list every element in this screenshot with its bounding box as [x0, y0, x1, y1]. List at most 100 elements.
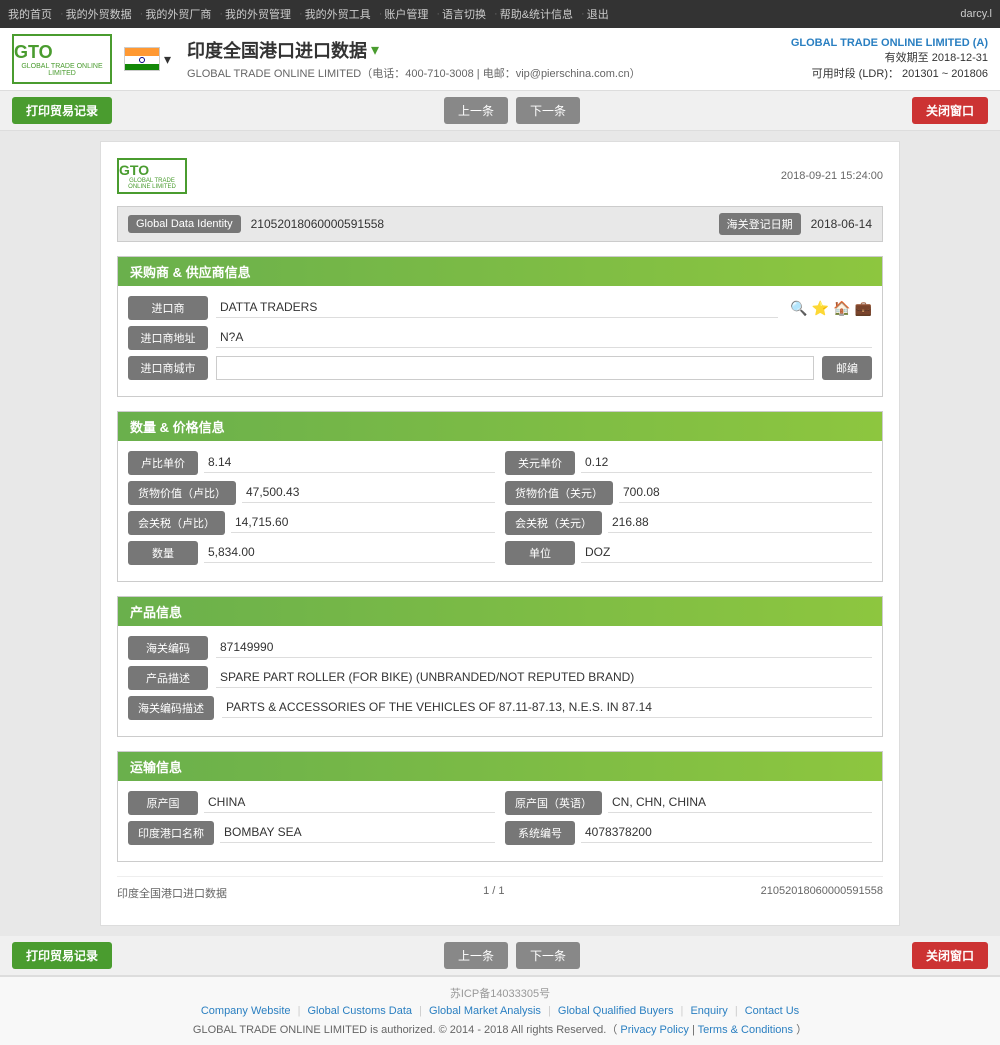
briefcase-icon[interactable]: 💼 [855, 300, 872, 317]
user-info: darcy.l [960, 8, 992, 20]
origin-country-en-value: CN, CHN, CHINA [608, 793, 872, 813]
goods-value-usd-value: 700.08 [619, 483, 872, 503]
close-button-bottom[interactable]: 关闭窗口 [912, 942, 988, 969]
nav-manufacturers[interactable]: 我的外贸厂商 [145, 6, 211, 22]
close-button-top[interactable]: 关闭窗口 [912, 97, 988, 124]
record-logo-box: GTO GLOBAL TRADE ONLINE LIMITED [117, 158, 187, 194]
record-footer: 印度全国港口进口数据 1 / 1 21052018060000591558 [117, 876, 883, 909]
print-button-bottom[interactable]: 打印贸易记录 [12, 942, 112, 969]
quantity-unit-row: 数量 5,834.00 单位 DOZ [128, 541, 872, 565]
transport-header: 运输信息 [118, 752, 882, 781]
rupee-unit-field: 卢比单价 8.14 [128, 451, 495, 475]
field-icons: 🔍 ⭐ 🏠 💼 [790, 300, 872, 317]
identity-label: Global Data Identity [128, 215, 241, 233]
goods-value-row: 货物价值（卢比） 47,500.43 货物价值（关元） 700.08 [128, 481, 872, 505]
origin-country-value: CHINA [204, 793, 495, 813]
company-logo: GTO GLOBAL TRADE ONLINE LIMITED [12, 34, 112, 84]
customs-code-desc-row: 海关编码描述 PARTS & ACCESSORIES OF THE VEHICL… [128, 696, 872, 720]
identity-value: 21052018060000591558 [251, 217, 709, 231]
quantity-price-body: 卢比单价 8.14 关元单价 0.12 货物价值（卢比） 47,500.43 货… [118, 441, 882, 581]
footer-id: 21052018060000591558 [761, 885, 883, 901]
footer-links: Company Website | Global Customs Data | … [8, 1005, 992, 1017]
product-desc-label: 产品描述 [128, 666, 208, 690]
customs-tax-usd-label: 会关税（关元） [505, 511, 602, 535]
city-postal-row: 进口商城市 邮编 [128, 356, 872, 380]
importer-city-input[interactable] [216, 356, 814, 380]
footer-terms[interactable]: Terms & Conditions [698, 1024, 793, 1036]
nav-trade-data[interactable]: 我的外贸数据 [66, 6, 132, 22]
home-icon[interactable]: 🏠 [833, 300, 850, 317]
importer-label: 进口商 [128, 296, 208, 320]
footer-company-website[interactable]: Company Website [201, 1005, 291, 1017]
unit-value: DOZ [581, 543, 872, 563]
product-desc-row: 产品描述 SPARE PART ROLLER (FOR BIKE) (UNBRA… [128, 666, 872, 690]
customs-tax-usd-field: 会关税（关元） 216.88 [505, 511, 872, 535]
footer-privacy-policy[interactable]: Privacy Policy [620, 1024, 688, 1036]
system-code-field: 系统编号 4078378200 [505, 821, 872, 845]
goods-value-rupee-value: 47,500.43 [242, 483, 495, 503]
footer-enquiry[interactable]: Enquiry [690, 1005, 727, 1017]
star-icon[interactable]: ⭐ [812, 300, 829, 317]
record-timestamp: 2018-09-21 15:24:00 [781, 170, 883, 182]
next-button-bottom[interactable]: 下一条 [516, 942, 580, 969]
record-logo: GTO GLOBAL TRADE ONLINE LIMITED [117, 158, 187, 194]
nav-trade-management[interactable]: 我的外贸管理 [225, 6, 291, 22]
rupee-unit-value: 8.14 [204, 453, 495, 473]
origin-country-field: 原产国 CHINA [128, 791, 495, 815]
nav-logout[interactable]: 退出 [587, 6, 609, 22]
page-title-dropdown[interactable]: ▾ [371, 40, 379, 60]
page-footer: 苏ICP备14033305号 Company Website | Global … [0, 976, 1000, 1045]
company-info: GLOBAL TRADE ONLINE LIMITED（电话：400-710-3… [187, 65, 641, 81]
footer-contact-us[interactable]: Contact Us [745, 1005, 799, 1017]
customs-tax-rupee-field: 会关税（卢比） 14,715.60 [128, 511, 495, 535]
main-content: GTO GLOBAL TRADE ONLINE LIMITED 2018-09-… [100, 141, 900, 926]
product-section: 产品信息 海关编码 87149990 产品描述 SPARE PART ROLLE… [117, 596, 883, 737]
usd-unit-value: 0.12 [581, 453, 872, 473]
search-icon[interactable]: 🔍 [790, 300, 807, 317]
nav-language[interactable]: 语言切换 [442, 6, 486, 22]
goods-value-usd-label: 货物价值（关元） [505, 481, 613, 505]
footer-global-customs[interactable]: Global Customs Data [308, 1005, 413, 1017]
prev-button-top[interactable]: 上一条 [444, 97, 508, 124]
logo-area: GTO GLOBAL TRADE ONLINE LIMITED ▾ 印度全国港口… [12, 34, 641, 84]
nav-home[interactable]: 我的首页 [8, 6, 52, 22]
unit-field: 单位 DOZ [505, 541, 872, 565]
customs-tax-usd-value: 216.88 [608, 513, 872, 533]
nav-account[interactable]: 账户管理 [384, 6, 428, 22]
prev-button-bottom[interactable]: 上一条 [444, 942, 508, 969]
customs-tax-rupee-label: 会关税（卢比） [128, 511, 225, 535]
postal-button[interactable]: 邮编 [822, 356, 872, 380]
customs-code-desc-label: 海关编码描述 [128, 696, 214, 720]
customs-code-desc-value: PARTS & ACCESSORIES OF THE VEHICLES OF 8… [222, 698, 872, 718]
buyer-supplier-body: 进口商 DATTA TRADERS 🔍 ⭐ 🏠 💼 进口商地址 N?A 进口商城… [118, 286, 882, 396]
transport-body: 原产国 CHINA 原产国（英语） CN, CHN, CHINA 印度港口名称 … [118, 781, 882, 861]
identity-bar: Global Data Identity 2105201806000059155… [117, 206, 883, 242]
customs-date-value: 2018-06-14 [811, 217, 872, 231]
page-title: 印度全国港口进口数据 [187, 37, 367, 63]
page-header: GTO GLOBAL TRADE ONLINE LIMITED ▾ 印度全国港口… [0, 28, 1000, 91]
product-desc-value: SPARE PART ROLLER (FOR BIKE) (UNBRANDED/… [216, 668, 872, 688]
origin-country-en-label: 原产国（英语） [505, 791, 602, 815]
customs-code-value: 87149990 [216, 638, 872, 658]
header-right: GLOBAL TRADE ONLINE LIMITED (A) 有效期至 201… [791, 37, 988, 81]
goods-value-rupee-field: 货物价值（卢比） 47,500.43 [128, 481, 495, 505]
rupee-unit-label: 卢比单价 [128, 451, 198, 475]
india-port-field: 印度港口名称 BOMBAY SEA [128, 821, 495, 845]
system-code-value: 4078378200 [581, 823, 872, 843]
record-header: GTO GLOBAL TRADE ONLINE LIMITED 2018-09-… [117, 158, 883, 194]
quantity-value: 5,834.00 [204, 543, 495, 563]
origin-country-en-field: 原产国（英语） CN, CHN, CHINA [505, 791, 872, 815]
footer-global-market[interactable]: Global Market Analysis [429, 1005, 541, 1017]
importer-value: DATTA TRADERS [216, 298, 778, 318]
importer-city-label: 进口商城市 [128, 356, 208, 380]
quantity-label: 数量 [128, 541, 198, 565]
footer-global-buyers[interactable]: Global Qualified Buyers [558, 1005, 674, 1017]
toolbar-bottom: 打印贸易记录 上一条 下一条 关闭窗口 [0, 936, 1000, 976]
next-button-top[interactable]: 下一条 [516, 97, 580, 124]
print-button-top[interactable]: 打印贸易记录 [12, 97, 112, 124]
country-flag: ▾ [124, 47, 171, 71]
importer-address-row: 进口商地址 N?A [128, 326, 872, 350]
nav-help[interactable]: 帮助&统计信息 [500, 6, 573, 22]
quantity-price-header: 数量 & 价格信息 [118, 412, 882, 441]
nav-tools[interactable]: 我的外贸工具 [305, 6, 371, 22]
